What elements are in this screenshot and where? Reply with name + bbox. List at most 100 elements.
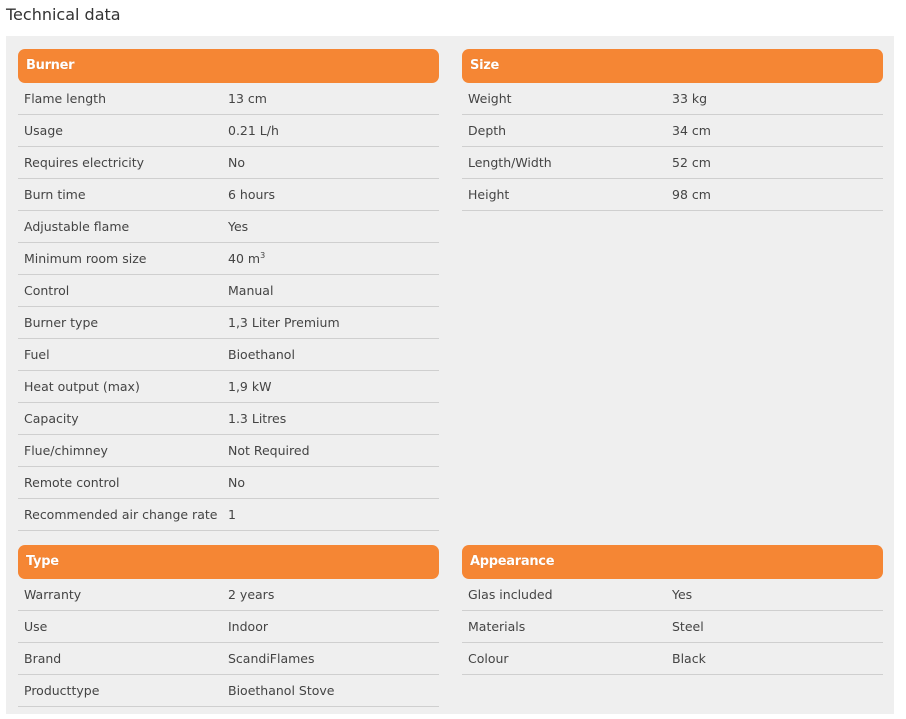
spec-label: Control — [24, 283, 70, 298]
spec-value-text: 52 cm — [672, 155, 711, 170]
spec-row: Depth 34 cm — [462, 115, 883, 147]
type-section: Type Warranty 2 years Use Indoor Brand Scandi… — [18, 545, 439, 707]
spec-row: Materials Steel — [462, 611, 883, 643]
spec-label: Brand — [24, 651, 62, 666]
spec-row: Usage 0.21 L/h — [18, 115, 439, 147]
spec-row: Recommended air change rate 1 — [18, 499, 439, 531]
spec-value-text: Yes — [228, 219, 249, 234]
spec-label: Requires electricity — [24, 155, 145, 170]
spec-label: Warranty — [24, 587, 82, 602]
spec-label: Remote control — [24, 475, 120, 490]
spec-label: Materials — [468, 619, 526, 634]
spec-row: Weight 33 kg — [462, 83, 883, 115]
spec-row: Warranty 2 years — [18, 579, 439, 611]
type-rows: Warranty 2 years Use Indoor Brand ScandiFlame… — [18, 579, 439, 707]
spec-value-text: Not Required — [228, 443, 310, 458]
spec-value-text: Bioethanol Stove — [228, 683, 335, 698]
spec-row: Burner type 1,3 Liter Premium — [18, 307, 439, 339]
appearance-rows: Glas included Yes Materials Steel Colour Blac… — [462, 579, 883, 675]
spec-row: Flame length 13 cm — [18, 83, 439, 115]
spec-value-text: Yes — [672, 587, 693, 602]
spec-row: Control Manual — [18, 275, 439, 307]
size-rows: Weight 33 kg Depth 34 cm Length/Width 52 cm He… — [462, 83, 883, 211]
spec-value: Manual — [228, 283, 273, 298]
spec-row: Flue/chimney Not Required — [18, 435, 439, 467]
burner-section: Burner Flame length 13 cm Usage 0.21 L/h Req… — [18, 49, 439, 531]
spec-value: 6 hours — [228, 187, 275, 202]
section-header-appearance: Appearance — [462, 545, 883, 579]
spec-label: Recommended air change rate — [24, 507, 218, 522]
spec-row: Use Indoor — [18, 611, 439, 643]
spec-label: Adjustable flame — [24, 219, 130, 234]
spec-label: Length/Width — [468, 155, 552, 170]
spec-value: Yes — [672, 587, 692, 602]
spec-label: Colour — [468, 651, 509, 666]
spec-label: Flame length — [24, 91, 107, 106]
spec-label: Height — [468, 187, 510, 202]
spec-value: No — [228, 475, 245, 490]
spec-value: Black — [672, 651, 706, 666]
spec-value-text: 2 years — [228, 587, 275, 602]
spec-value-text: 1 — [228, 507, 236, 522]
spec-value: 1,9 kW — [228, 379, 271, 394]
spec-row: Height 98 cm — [462, 179, 883, 211]
spec-value-text: Bioethanol — [228, 347, 295, 362]
spec-value-text: Black — [672, 651, 706, 666]
spec-row: Colour Black — [462, 643, 883, 675]
spec-value: Steel — [672, 619, 704, 634]
spec-row: Capacity 1.3 Litres — [18, 403, 439, 435]
spec-value: 1,3 Liter Premium — [228, 315, 340, 330]
burner-rows: Flame length 13 cm Usage 0.21 L/h Requires e… — [18, 83, 439, 531]
spec-row: Requires electricity No — [18, 147, 439, 179]
spec-value: ScandiFlames — [228, 651, 315, 666]
spec-row: Length/Width 52 cm — [462, 147, 883, 179]
spec-row: Glas included Yes — [462, 579, 883, 611]
spec-value: 40 m3 — [228, 251, 265, 266]
spec-value: 33 kg — [672, 91, 707, 106]
spec-label: Use — [24, 619, 48, 634]
spec-value-text: No — [228, 475, 245, 490]
spec-value: No — [228, 155, 245, 170]
spec-value: 0.21 L/h — [228, 123, 279, 138]
spec-value: Bioethanol — [228, 347, 295, 362]
spec-value-text: ScandiFlames — [228, 651, 315, 666]
spec-value: Bioethanol Stove — [228, 683, 334, 698]
page-title: Technical data — [6, 5, 121, 24]
spec-label: Producttype — [24, 683, 100, 698]
spec-value-text: 98 cm — [672, 187, 711, 202]
spec-value-text: 33 kg — [672, 91, 708, 106]
spec-value-text: 40 m — [228, 251, 261, 266]
spec-value-text: Steel — [672, 619, 704, 634]
spec-label: Usage — [24, 123, 63, 138]
spec-value-text: 34 cm — [672, 123, 711, 138]
spec-value-text: 6 hours — [228, 187, 276, 202]
spec-label: Capacity — [24, 411, 79, 426]
spec-value: Yes — [228, 219, 248, 234]
section-header-burner: Burner — [18, 49, 439, 83]
spec-value-text: Indoor — [228, 619, 268, 634]
spec-value-text: Manual — [228, 283, 274, 298]
spec-value: Indoor — [228, 619, 268, 634]
spec-value: 2 years — [228, 587, 274, 602]
spec-label: Minimum room size — [24, 251, 147, 266]
spec-row: Heat output (max) 1,9 kW — [18, 371, 439, 403]
spec-value-superscript: 3 — [260, 250, 266, 260]
section-header-type: Type — [18, 545, 439, 579]
spec-value: 1.3 Litres — [228, 411, 286, 426]
technical-data-panel: Burner Flame length 13 cm Usage 0.21 L/h Req… — [6, 36, 894, 714]
section-header-size: Size — [462, 49, 883, 83]
spec-value: 98 cm — [672, 187, 711, 202]
spec-row: Minimum room size 40 m3 — [18, 243, 439, 275]
spec-value-text: 0.21 L/h — [228, 123, 279, 138]
spec-row: Producttype Bioethanol Stove — [18, 675, 439, 707]
spec-row: Burn time 6 hours — [18, 179, 439, 211]
spec-value: 34 cm — [672, 123, 711, 138]
size-section: Size Weight 33 kg Depth 34 cm Length/Width 52… — [462, 49, 883, 211]
spec-value-text: 1,9 kW — [228, 379, 272, 394]
spec-label: Glas included — [468, 587, 553, 602]
spec-value: 1 — [228, 507, 236, 522]
spec-value-text: No — [228, 155, 245, 170]
spec-value: 13 cm — [228, 91, 267, 106]
spec-value-text: 1,3 Liter Premium — [228, 315, 340, 330]
spec-value-text: 13 cm — [228, 91, 267, 106]
